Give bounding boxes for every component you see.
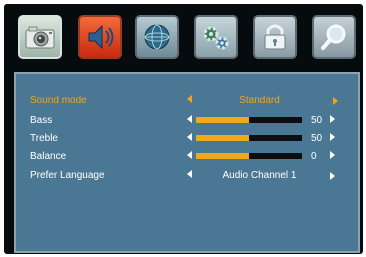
speaker-icon (88, 24, 114, 50)
prefer-language-value: Audio Channel 1 (222, 170, 297, 181)
balance-label: Balance (30, 151, 67, 162)
menu-row-balance[interactable]: Balance 0 (16, 149, 358, 165)
arrow-left-icon[interactable] (187, 133, 192, 141)
tab-sound[interactable] (78, 15, 122, 59)
tab-picture[interactable] (18, 15, 62, 59)
bass-slider[interactable] (196, 117, 302, 123)
globe-icon (144, 24, 170, 50)
menu-row-treble[interactable]: Treble 50 (16, 131, 358, 147)
bass-label: Bass (30, 115, 53, 126)
tab-channel[interactable] (135, 15, 179, 59)
menu-row-sound-mode[interactable]: Sound mode Standard (16, 93, 358, 109)
menu-row-prefer-language[interactable]: Prefer Language Audio Channel 1 (16, 168, 358, 184)
sound-menu-panel: Sound mode Standard Bass 50 Treble 50 Ba… (14, 72, 360, 253)
arrow-right-icon[interactable] (333, 97, 338, 105)
magnifier-icon (321, 24, 346, 50)
arrow-left-icon[interactable] (187, 115, 192, 123)
arrow-left-icon[interactable] (187, 95, 192, 103)
treble-label: Treble (30, 133, 58, 144)
menu-row-bass[interactable]: Bass 50 (16, 113, 358, 129)
sound-mode-value: Standard (239, 95, 280, 106)
menu-tab-bar (14, 15, 360, 67)
bass-slider-fill (196, 117, 249, 123)
balance-slider-fill (196, 153, 249, 159)
lock-icon (264, 24, 286, 50)
tab-lock[interactable] (253, 15, 297, 59)
balance-slider[interactable] (196, 153, 302, 159)
tab-search[interactable] (312, 15, 356, 59)
camera-icon (25, 26, 55, 49)
treble-value: 50 (311, 133, 323, 144)
treble-slider[interactable] (196, 135, 302, 141)
arrow-right-icon[interactable] (330, 172, 335, 180)
balance-value: 0 (311, 151, 317, 162)
treble-slider-fill (196, 135, 249, 141)
arrow-right-icon[interactable] (330, 133, 335, 141)
tab-setup[interactable] (194, 15, 238, 59)
arrow-right-icon[interactable] (330, 115, 335, 123)
arrow-left-icon[interactable] (187, 151, 192, 159)
prefer-language-label: Prefer Language (30, 170, 105, 181)
arrow-left-icon[interactable] (187, 170, 192, 178)
sound-mode-label: Sound mode (30, 95, 87, 106)
gears-icon (203, 26, 229, 50)
arrow-right-icon[interactable] (330, 151, 335, 159)
bass-value: 50 (311, 115, 323, 126)
osd-window: Sound mode Standard Bass 50 Treble 50 Ba… (4, 4, 363, 254)
